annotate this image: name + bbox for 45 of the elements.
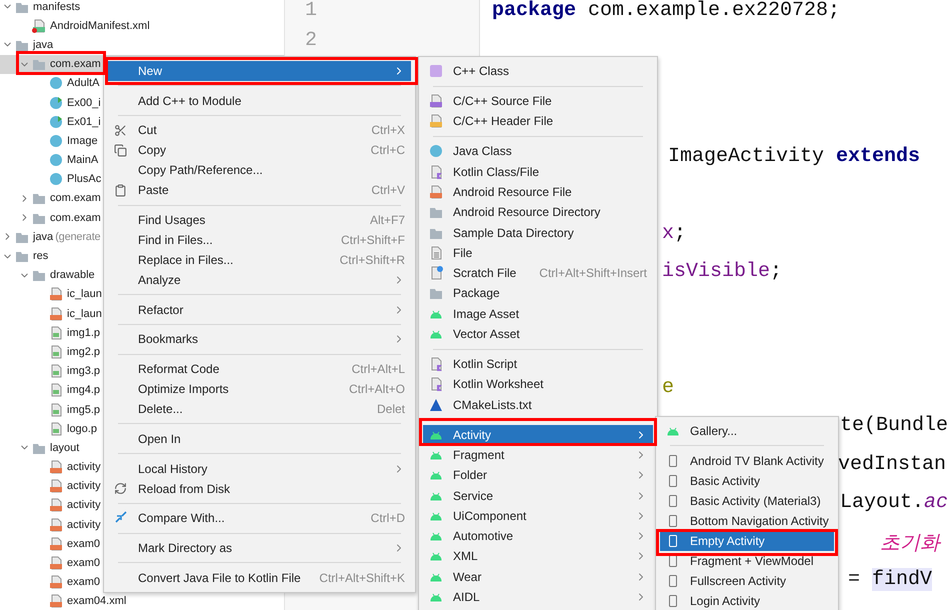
code-line: = findV — [848, 568, 932, 591]
tree-item-label: activity — [67, 480, 101, 492]
tree-item-label: exam0 — [67, 538, 100, 550]
tree-item-label: manifests — [33, 0, 80, 13]
tree-item-label: logo.p — [67, 422, 97, 435]
tree-item-label: img1.p — [67, 326, 100, 339]
tree-item-label: Image — [67, 134, 98, 147]
code-line: ImageActivity extends — [668, 144, 920, 168]
line-number: 2 — [305, 29, 318, 52]
tree-item-label: com.exam — [50, 212, 101, 224]
tree-item-label: ic_laun — [67, 308, 102, 320]
tree-item-label: img5.p — [67, 404, 100, 416]
tree-item-label: Ex01_i — [67, 116, 101, 128]
line-number: 1 — [305, 0, 318, 22]
code-line: Layout.ac — [840, 491, 948, 514]
code-line: isVisible; — [662, 260, 782, 283]
tree-item-label: AndroidManifest.xml — [50, 20, 150, 32]
tree-item-label: com.exam — [50, 192, 101, 204]
tree-item-label: res — [33, 250, 48, 262]
tree-item-label: Ex00_i — [67, 96, 101, 109]
tree-item-label: drawable — [50, 269, 95, 282]
tree-item-label: img4.p — [67, 384, 100, 396]
tree-item-label: layout — [50, 442, 80, 454]
tree-item-label: com.exam — [50, 58, 101, 70]
tree-item-label: exam04.xml — [67, 595, 126, 608]
tree-item-label: PlusAc — [67, 173, 102, 186]
tree-item-label: activity — [67, 461, 101, 474]
tree-item-label: MainA — [67, 154, 98, 166]
tree-item-label: exam0 — [67, 557, 100, 570]
tree-item-label: ic_laun — [67, 288, 102, 300]
tree-item-label: activity — [67, 499, 101, 512]
code-line: 초기화 — [880, 532, 940, 556]
code-line: x; — [662, 222, 686, 244]
code-line: vedInstan — [838, 452, 946, 476]
code-line: e — [662, 376, 674, 398]
tree-item-note: (generate — [55, 230, 100, 243]
code-line: te(Bundle — [840, 414, 948, 437]
tree-item-label: exam0 — [67, 576, 100, 588]
tree-item-label: java — [33, 230, 54, 243]
tree-item-label: activity — [67, 518, 101, 531]
tree-item-label: java — [33, 38, 54, 51]
tree-item-label: img2.p — [67, 346, 100, 358]
tree-item-label: img3.p — [67, 365, 100, 378]
tree-item-label: AdultA — [67, 77, 100, 90]
code-line: package com.example.ex220728; — [492, 0, 840, 22]
